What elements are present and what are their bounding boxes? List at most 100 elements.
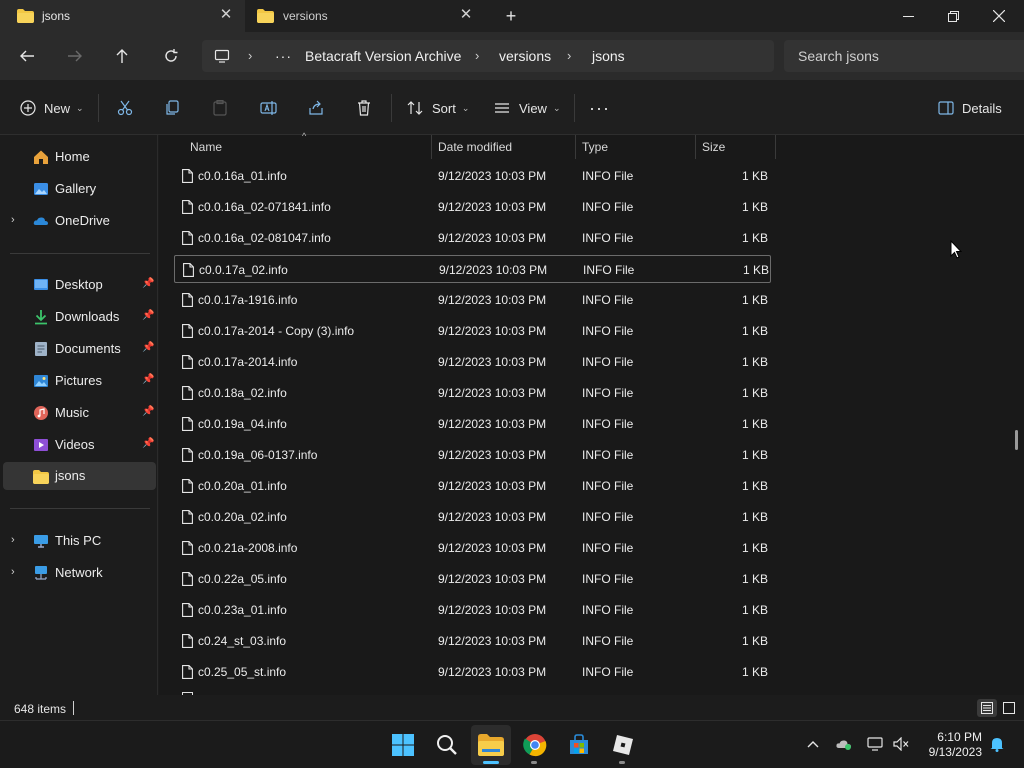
delete-icon[interactable]: [356, 96, 372, 120]
tab-versions[interactable]: versions ✕: [247, 0, 485, 32]
sidebar-item-downloads[interactable]: Downloads 📌: [0, 303, 156, 331]
file-date-modified: 9/12/2023 10:03 PM: [438, 603, 547, 617]
restore-icon[interactable]: [930, 0, 976, 32]
forward-arrow-icon[interactable]: [63, 44, 87, 68]
sidebar-item-music[interactable]: Music 📌: [0, 399, 156, 427]
scrollbar-thumb[interactable]: [1015, 430, 1018, 450]
file-name: c0.0.17a-1916.info: [198, 293, 298, 307]
sidebar-item-home[interactable]: Home: [0, 143, 156, 171]
cut-icon[interactable]: [117, 96, 133, 120]
close-window-icon[interactable]: [976, 0, 1022, 32]
file-row[interactable]: c0.25_05_st.info 9/12/2023 10:03 PM INFO F…: [174, 658, 771, 686]
file-explorer-taskbar-button[interactable]: [471, 725, 511, 765]
file-size: 1 KB: [741, 572, 768, 586]
file-row[interactable]: c0.0.17a-2014.info 9/12/2023 10:03 PM INFO…: [174, 348, 771, 376]
file-row[interactable]: c0.0.23a_01.info 9/12/2023 10:03 PM INFO F…: [174, 596, 771, 624]
file-row[interactable]: c0.0.17a-2014 - Copy (3).info 9/12/2023 1…: [174, 317, 771, 345]
file-type: INFO File: [582, 665, 634, 679]
sidebar-item-this-pc[interactable]: › This PC: [0, 527, 156, 555]
new-button[interactable]: New ⌄: [20, 96, 84, 120]
details-view-toggle[interactable]: [977, 699, 997, 717]
file-row[interactable]: c0.0.16a_02-071841.info 9/12/2023 10:03 P…: [174, 193, 771, 221]
column-divider[interactable]: [695, 135, 696, 159]
minimize-icon[interactable]: [885, 0, 931, 32]
roblox-taskbar-button[interactable]: [603, 725, 643, 765]
column-header-date-modified[interactable]: Date modified: [438, 140, 512, 154]
pin-icon[interactable]: 📌: [142, 310, 154, 321]
search-taskbar-button[interactable]: [427, 725, 467, 765]
file-row[interactable]: c0.24_st_03.info 9/12/2023 10:03 PM INFO F…: [174, 627, 771, 655]
chevron-right-icon[interactable]: ›: [11, 566, 15, 578]
share-icon[interactable]: [308, 96, 324, 120]
show-hidden-icons-chevron-icon[interactable]: [804, 735, 822, 753]
column-divider[interactable]: [431, 135, 432, 159]
pin-icon[interactable]: 📌: [142, 278, 154, 289]
breadcrumb-overflow[interactable]: ···: [275, 48, 292, 64]
file-row[interactable]: c0.0.21a-2008.info 9/12/2023 10:03 PM INFO…: [174, 534, 771, 562]
column-divider[interactable]: [775, 135, 776, 159]
details-button[interactable]: Details: [938, 96, 1002, 120]
notification-bell-icon[interactable]: [988, 735, 1006, 753]
column-header-size[interactable]: Size: [702, 140, 725, 154]
sidebar-item-onedrive[interactable]: › OneDrive: [0, 207, 156, 235]
view-button[interactable]: View ⌄: [494, 96, 561, 120]
sidebar-item-pictures[interactable]: Pictures 📌: [0, 367, 156, 395]
sort-label: Sort: [432, 100, 456, 116]
copy-icon[interactable]: [164, 96, 180, 120]
new-label: New: [44, 100, 71, 116]
start-button[interactable]: [383, 725, 423, 765]
column-header-name[interactable]: Name: [190, 140, 222, 154]
file-row[interactable]: c0.0.22a_05.info 9/12/2023 10:03 PM INFO F…: [174, 565, 771, 593]
network-tray-icon[interactable]: [866, 735, 884, 753]
system-clock[interactable]: 6:10 PM 9/13/2023: [918, 730, 982, 760]
pin-icon[interactable]: 📌: [142, 406, 154, 417]
onedrive-tray-icon[interactable]: [835, 735, 853, 753]
sidebar-item-jsons[interactable]: jsons: [3, 462, 156, 490]
file-row[interactable]: c0.0.19a_06-0137.info 9/12/2023 10:03 PM I…: [174, 441, 771, 469]
divider: [574, 94, 575, 122]
computer-icon[interactable]: [210, 44, 234, 68]
refresh-icon[interactable]: [159, 44, 183, 68]
breadcrumb-item[interactable]: versions: [499, 48, 551, 64]
breadcrumb-item[interactable]: Betacraft Version Archive: [305, 48, 461, 64]
close-tab-icon[interactable]: ✕: [459, 7, 473, 22]
file-row[interactable]: c0.0.19a_04.info 9/12/2023 10:03 PM INFO F…: [174, 410, 771, 438]
close-tab-icon[interactable]: ✕: [219, 7, 233, 22]
sort-button[interactable]: Sort ⌄: [407, 96, 469, 120]
pin-icon[interactable]: 📌: [142, 374, 154, 385]
sidebar-item-desktop[interactable]: Desktop 📌: [0, 271, 156, 299]
up-arrow-icon[interactable]: [110, 44, 134, 68]
file-row[interactable]: c0.0.17a-1916.info 9/12/2023 10:03 PM INFO…: [174, 286, 771, 314]
sidebar-item-videos[interactable]: Videos 📌: [0, 431, 156, 459]
store-taskbar-button[interactable]: [559, 725, 599, 765]
tiles-view-toggle[interactable]: [999, 699, 1019, 717]
sidebar-item-documents[interactable]: Documents 📌: [0, 335, 156, 363]
file-name: c0.0.16a_02-081047.info: [198, 231, 331, 245]
volume-muted-icon[interactable]: [892, 735, 910, 753]
file-row[interactable]: c0.0.20a_01.info 9/12/2023 10:03 PM INFO F…: [174, 472, 771, 500]
file-type: INFO File: [582, 293, 634, 307]
sidebar-item-gallery[interactable]: Gallery: [0, 175, 156, 203]
file-date-modified: 9/12/2023 10:03 PM: [438, 324, 547, 338]
breadcrumb-item[interactable]: jsons: [592, 48, 625, 64]
column-divider[interactable]: [575, 135, 576, 159]
chevron-right-icon[interactable]: ›: [11, 534, 15, 546]
new-tab-icon[interactable]: +: [502, 7, 520, 25]
status-bar: [0, 695, 1024, 720]
tab-jsons[interactable]: jsons ✕: [0, 0, 245, 32]
column-header-type[interactable]: Type: [582, 140, 608, 154]
pin-icon[interactable]: 📌: [142, 342, 154, 353]
rename-icon[interactable]: [260, 96, 277, 120]
file-row[interactable]: c0.0.16a_01.info 9/12/2023 10:03 PM INFO F…: [174, 162, 771, 190]
chrome-taskbar-button[interactable]: [515, 725, 555, 765]
more-options-icon[interactable]: ···: [589, 96, 610, 120]
pin-icon[interactable]: 📌: [142, 438, 154, 449]
file-row[interactable]: c0.0.16a_02-081047.info 9/12/2023 10:03 P…: [174, 224, 771, 252]
back-arrow-icon[interactable]: [15, 44, 39, 68]
sidebar-item-network[interactable]: › Network: [0, 559, 156, 587]
paste-icon[interactable]: [212, 96, 228, 120]
file-row[interactable]: c0.0.17a_02.info 9/12/2023 10:03 PM INFO F…: [174, 255, 771, 283]
file-row[interactable]: c0.0.20a_02.info 9/12/2023 10:03 PM INFO F…: [174, 503, 771, 531]
file-row[interactable]: c0.0.18a_02.info 9/12/2023 10:03 PM INFO F…: [174, 379, 771, 407]
chevron-right-icon[interactable]: ›: [11, 214, 15, 226]
